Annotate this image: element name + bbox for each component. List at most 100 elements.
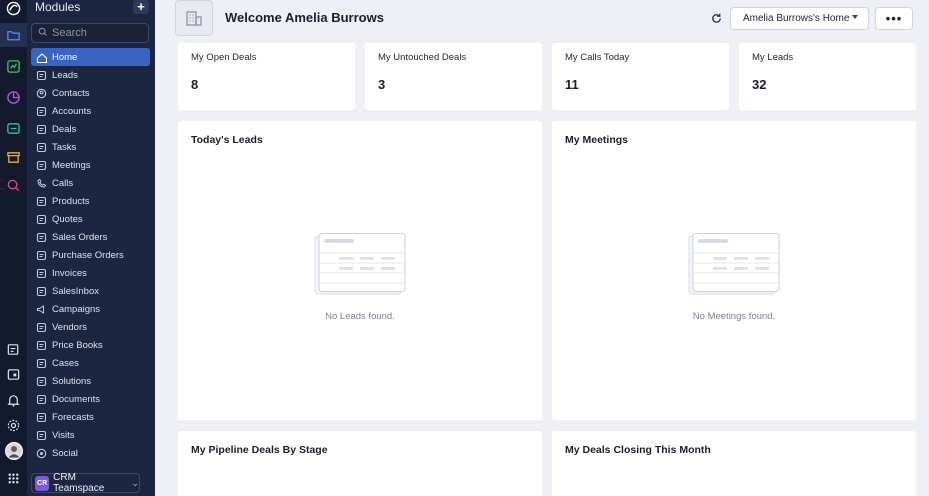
sidebar-footer: CR CRM Teamspace ⌄	[27, 470, 155, 496]
kpi-value: 32	[752, 77, 767, 92]
app-rail	[0, 0, 27, 496]
sidebar-item-calls[interactable]: Calls	[31, 174, 150, 192]
sidebar-item-purchase-orders[interactable]: Purchase Orders	[31, 246, 150, 264]
forecasts-icon	[36, 412, 47, 423]
salesinbox-icon	[36, 286, 47, 297]
panel-title: My Pipeline Deals By Stage	[191, 444, 328, 456]
main-content: Welcome Amelia Burrows Amelia Burrows's …	[155, 0, 929, 496]
sidebar-item-visits[interactable]: Visits	[31, 426, 150, 444]
sidebar-item-products[interactable]: Products	[31, 192, 150, 210]
teamspace-label: CRM Teamspace	[53, 472, 105, 494]
panel-title: My Meetings	[565, 134, 629, 146]
sidebar-item-forecasts[interactable]: Forecasts	[31, 408, 150, 426]
search-input[interactable]	[52, 27, 144, 39]
sidebar-item-deals[interactable]: Deals	[31, 120, 150, 138]
sidebar-item-label: Invoices	[52, 267, 87, 279]
modules-sidebar: Modules + Home Leads Contacts Accounts Deals…	[27, 0, 155, 496]
sidebar-item-documents[interactable]: Documents	[31, 390, 150, 408]
kpi-card-my-leads[interactable]: My Leads 32	[739, 43, 916, 110]
module-nav: Home Leads Contacts Accounts Deals Tasks Meeti…	[31, 48, 150, 462]
kpi-card-open-deals[interactable]: My Open Deals 8	[178, 43, 355, 110]
notes-icon[interactable]	[0, 337, 27, 361]
sidebar-item-label: Documents	[52, 393, 101, 405]
meetings-icon	[36, 160, 47, 171]
org-logo-icon[interactable]	[175, 0, 213, 36]
add-module-button[interactable]: +	[133, 0, 149, 14]
solutions-icon	[36, 376, 47, 387]
app-grid-icon[interactable]	[0, 466, 27, 490]
kpi-card-calls-today[interactable]: My Calls Today 11	[552, 43, 729, 110]
sidebar-item-vendors[interactable]: Vendors	[31, 318, 150, 336]
sidebar-item-label: Tasks	[52, 141, 77, 153]
kpi-label: My Calls Today	[565, 52, 630, 63]
sidebar-item-label: Calls	[52, 177, 74, 189]
reports-pie-icon[interactable]	[0, 85, 27, 109]
kpi-card-untouched-deals[interactable]: My Untouched Deals 3	[365, 43, 542, 110]
sidebar-item-label: Home	[52, 51, 78, 63]
sidebar-item-quotes[interactable]: Quotes	[31, 210, 150, 228]
modules-folder-icon[interactable]	[0, 23, 27, 47]
deals-icon	[36, 124, 47, 135]
sidebar-header: Modules +	[27, 0, 155, 15]
sidebar-item-label: Forecasts	[52, 411, 94, 423]
sidebar-item-label: SalesInbox	[52, 285, 100, 297]
my-meetings-panel: My Meetings No Meetings found.	[552, 121, 916, 420]
sales-icon[interactable]	[0, 116, 27, 140]
crm-logo-icon[interactable]	[0, 0, 27, 16]
sidebar-item-label: Campaigns	[52, 303, 101, 315]
teamspace-switcher[interactable]: CR CRM Teamspace ⌄	[31, 472, 140, 494]
sidebar-item-label: Price Books	[52, 339, 103, 351]
sidebar-item-contacts[interactable]: Contacts	[31, 84, 150, 102]
chevron-down-icon: ⌄	[131, 477, 139, 488]
teamspace-badge: CR	[35, 475, 50, 491]
sidebar-item-social[interactable]: Social	[31, 444, 150, 462]
purchase-orders-icon	[36, 250, 47, 261]
bell-icon[interactable]	[0, 388, 27, 412]
sidebar-item-leads[interactable]: Leads	[31, 66, 150, 84]
sidebar-item-label: Solutions	[52, 375, 92, 387]
dashboard-select[interactable]: Amelia Burrows's Home	[730, 7, 869, 30]
sidebar-item-accounts[interactable]: Accounts	[31, 102, 150, 120]
sidebar-item-solutions[interactable]: Solutions	[31, 372, 150, 390]
sidebar-item-sales-orders[interactable]: Sales Orders	[31, 228, 150, 246]
settings-gear-icon[interactable]	[0, 413, 27, 437]
sidebar-item-invoices[interactable]: Invoices	[31, 264, 150, 282]
sidebar-item-tasks[interactable]: Tasks	[31, 138, 150, 156]
accounts-icon	[36, 106, 47, 117]
empty-state-text: No Meetings found.	[692, 311, 776, 322]
sidebar-item-label: Vendors	[52, 321, 87, 333]
more-options-button[interactable]: •••	[875, 7, 913, 30]
sidebar-item-campaigns[interactable]: Campaigns	[31, 300, 150, 318]
search-insights-icon[interactable]	[0, 173, 27, 197]
sidebar-item-label: Visits	[52, 429, 75, 441]
avatar[interactable]	[0, 439, 27, 463]
sidebar-item-label: Sales Orders	[52, 231, 108, 243]
sidebar-item-price-books[interactable]: Price Books	[31, 336, 150, 354]
sidebar-item-label: Social	[52, 447, 78, 459]
sidebar-item-meetings[interactable]: Meetings	[31, 156, 150, 174]
sidebar-item-label: Meetings	[52, 159, 91, 171]
store-icon[interactable]	[0, 145, 27, 169]
sidebar-item-label: Purchase Orders	[52, 249, 124, 261]
module-search[interactable]	[31, 23, 149, 43]
kpi-label: My Leads	[752, 52, 794, 63]
kpi-value: 3	[378, 77, 386, 92]
sidebar-item-cases[interactable]: Cases	[31, 354, 150, 372]
sidebar-item-salesinbox[interactable]: SalesInbox	[31, 282, 150, 300]
kpi-label: My Untouched Deals	[378, 52, 467, 63]
analytics-icon[interactable]	[0, 54, 27, 78]
cases-icon	[36, 358, 47, 369]
signals-icon[interactable]	[0, 362, 27, 386]
sidebar-item-label: Leads	[52, 69, 78, 81]
refresh-icon[interactable]	[708, 10, 724, 26]
vendors-icon	[36, 322, 47, 333]
sidebar-item-home[interactable]: Home	[31, 48, 150, 66]
sidebar-item-label: Deals	[52, 123, 77, 135]
deals-closing-panel: My Deals Closing This Month	[552, 431, 916, 496]
quotes-icon	[36, 214, 47, 225]
kpi-label: My Open Deals	[191, 52, 257, 63]
documents-icon	[36, 394, 47, 405]
panel-title: My Deals Closing This Month	[565, 444, 711, 456]
sidebar-title: Modules	[35, 0, 81, 14]
tasks-icon	[36, 142, 47, 153]
